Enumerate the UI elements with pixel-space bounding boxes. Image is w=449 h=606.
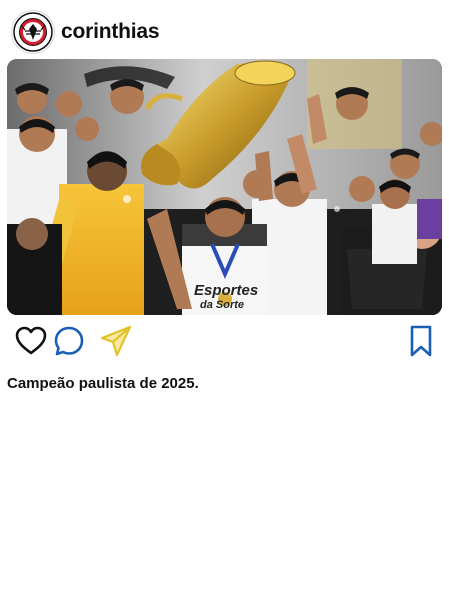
sponsor-text-line1: Esportes [194,282,258,299]
bookmark-icon[interactable] [402,322,440,360]
post-photo[interactable]: Esportes da Sorte [7,59,442,315]
corinthians-crest-icon[interactable] [12,11,54,53]
comment-bubble-icon[interactable] [50,322,88,360]
paper-plane-icon[interactable] [97,322,135,360]
post-caption: Campeão paulista de 2025. [7,375,199,392]
heart-icon[interactable] [12,322,50,360]
post-actions [0,322,449,362]
post-header: corinthias [12,10,160,54]
username[interactable]: corinthias [61,20,160,44]
sponsor-text-line2: da Sorte [200,299,244,311]
